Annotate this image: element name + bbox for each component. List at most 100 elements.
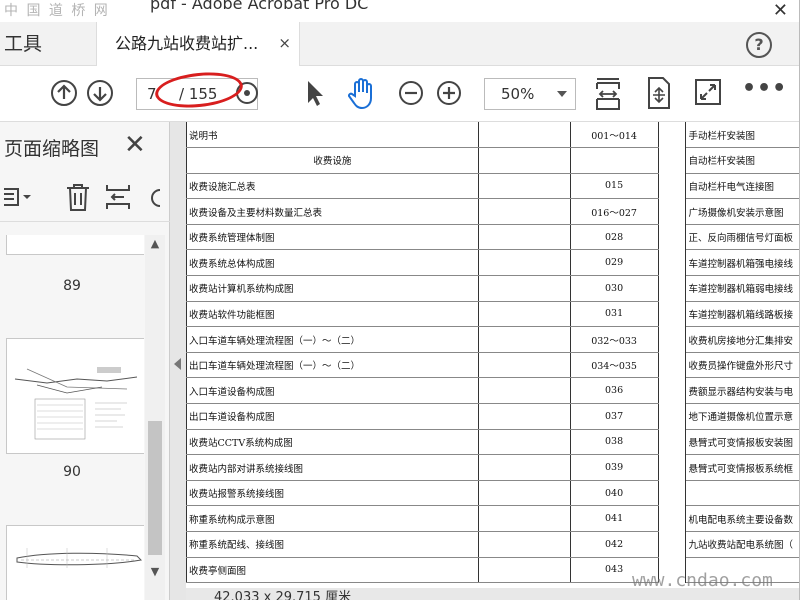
row-right-title: 车道控制器机箱线路板接 [685, 301, 800, 328]
page-thumbnails-panel: 页面缩略图 ✕ 89 90 ▲ ▼ [0, 122, 170, 600]
row-code: 030 [569, 275, 659, 302]
row-right-title: 费额显示器结构安装与电 [685, 377, 800, 405]
row-title: 收费站CCTV系统构成图 [186, 429, 479, 456]
row-code: 029 [569, 249, 659, 277]
zoom-in-icon[interactable] [436, 80, 462, 106]
options-menu-icon[interactable] [2, 186, 32, 208]
row-code: 040 [569, 480, 659, 507]
page-gap [657, 429, 687, 455]
thumbnail-page[interactable] [6, 338, 144, 454]
full-screen-icon[interactable] [694, 78, 722, 106]
page-gap [657, 198, 687, 225]
table-row: 收费设备及主要材料数量汇总表 016～027 广场摄像机安装示意图 [186, 198, 800, 225]
hand-tool-icon[interactable] [346, 76, 378, 110]
row-title: 称重系统构成示意图 [186, 505, 479, 532]
tab-tools[interactable]: 工具 [4, 22, 42, 66]
row-right-title: 收费机房接地分汇集排安 [685, 326, 800, 353]
row-spacer [477, 454, 571, 481]
window-title: pdf - Adobe Acrobat Pro DC [150, 0, 369, 13]
thumbnail-page[interactable] [6, 525, 144, 600]
row-right-title: 广场摄像机安装示意图 [685, 198, 800, 225]
table-row: 出口车道车辆处理流程图（一）～（二） 034～035 收费员操作键盘外形尺寸 [186, 352, 800, 379]
chevron-down-icon [557, 91, 567, 97]
table-row: 收费站内部对讲系统接线图 039 悬臂式可变情报板系统框 [186, 454, 800, 481]
page-gap [657, 352, 687, 378]
window-close-icon[interactable]: ✕ [773, 0, 788, 21]
row-right-title: 自动栏杆电气连接图 [685, 173, 800, 200]
next-page-icon[interactable] [86, 79, 114, 107]
table-row: 收费站报警系统接线图 040 [186, 480, 800, 507]
scroll-up-icon[interactable]: ▲ [145, 237, 165, 250]
thumbnail-page[interactable] [6, 235, 144, 255]
row-spacer [477, 198, 571, 225]
insert-page-icon[interactable] [104, 182, 132, 212]
table-row: 收费设施 自动栏杆安装图 [186, 147, 800, 174]
collapse-panel-icon[interactable] [174, 358, 181, 370]
row-spacer [477, 480, 571, 507]
row-code: 042 [569, 531, 659, 558]
thumbnail-drawing-image [16, 548, 143, 568]
select-cursor-icon[interactable] [302, 78, 328, 108]
page-gap [657, 147, 687, 174]
row-title: 收费站报警系统接线图 [186, 480, 479, 507]
thumbnail-scrollbar[interactable]: ▲ ▼ [145, 235, 165, 600]
scrollbar-thumb[interactable] [148, 421, 162, 555]
row-right-title: 自动栏杆安装图 [685, 147, 800, 174]
row-code: 036 [569, 377, 659, 405]
row-spacer [477, 377, 571, 405]
page-gap [657, 531, 687, 558]
page-gap [657, 275, 687, 302]
row-title: 收费系统管理体制图 [186, 224, 479, 251]
row-spacer [477, 301, 571, 328]
more-options-icon[interactable]: ••• [742, 76, 787, 101]
table-row: 收费站软件功能框图 031 车道控制器机箱线路板接 [186, 301, 800, 328]
row-code [569, 147, 659, 174]
row-title: 出口车道车辆处理流程图（一）～（二） [186, 352, 479, 379]
panel-close-icon[interactable]: ✕ [124, 130, 146, 160]
row-right-title: 正、反向雨棚信号灯面板 [685, 224, 800, 251]
fit-page-icon[interactable] [645, 76, 673, 110]
delete-trash-icon[interactable] [64, 182, 92, 212]
row-title: 收费亭侧面图 [186, 557, 479, 584]
table-row: 称重系统配线、接线图 042 九站收费站配电系统图（ [186, 531, 800, 558]
page-gap [657, 173, 687, 199]
fit-width-icon[interactable] [594, 76, 622, 112]
thumbnail-list: 89 90 [0, 235, 144, 600]
thumbnail-page-label: 90 [63, 464, 81, 480]
zoom-out-icon[interactable] [398, 80, 424, 106]
row-right-title: 车道控制器机箱强电接线 [685, 249, 800, 277]
page-gap [657, 505, 687, 532]
table-row: 收费系统总体构成图 029 车道控制器机箱强电接线 [186, 249, 800, 277]
row-code: 031 [569, 301, 659, 328]
row-right-title: 九站收费站配电系统图（ [685, 531, 800, 558]
page-gap [657, 326, 687, 353]
previous-page-icon[interactable] [50, 79, 78, 107]
page-gap [657, 249, 687, 276]
table-row: 收费站CCTV系统构成图 038 悬臂式可变情报板安装图 [186, 429, 800, 456]
row-right-title [685, 480, 800, 507]
zoom-select[interactable]: 50% [484, 78, 576, 110]
tab-document[interactable]: 公路九站收费站扩... × [96, 22, 300, 66]
panel-toolbar [0, 172, 170, 222]
row-right-title: 悬臂式可变情报板安装图 [685, 429, 800, 456]
scroll-down-icon[interactable]: ▼ [145, 565, 165, 578]
thumbnail-drawing-image [14, 367, 138, 440]
row-code: 038 [569, 429, 659, 456]
row-right-title: 悬臂式可变情报板系统框 [685, 454, 800, 481]
row-title: 入口车道设备构成图 [186, 377, 479, 405]
row-spacer [477, 249, 571, 277]
document-view[interactable]: 说明书 001～014 手动栏杆安装图 收费设施 自动栏杆安装图 收费设施汇总表 015 自动… [186, 122, 800, 600]
tab-close-icon[interactable]: × [278, 34, 291, 52]
panel-splitter[interactable] [170, 122, 186, 600]
row-spacer [477, 224, 571, 251]
row-title: 收费设备及主要材料数量汇总表 [186, 198, 479, 225]
row-code: 034～035 [569, 352, 659, 379]
row-code: 015 [569, 173, 659, 200]
row-title: 出口车道设备构成图 [186, 403, 479, 430]
help-icon[interactable]: ? [746, 32, 772, 58]
toolbar: 7 / 155 50% ••• [0, 66, 800, 122]
table-row: 说明书 001～014 手动栏杆安装图 [186, 122, 800, 149]
row-code: 032～033 [569, 326, 659, 353]
page-gap [657, 377, 687, 404]
rotate-page-icon[interactable] [146, 184, 168, 212]
